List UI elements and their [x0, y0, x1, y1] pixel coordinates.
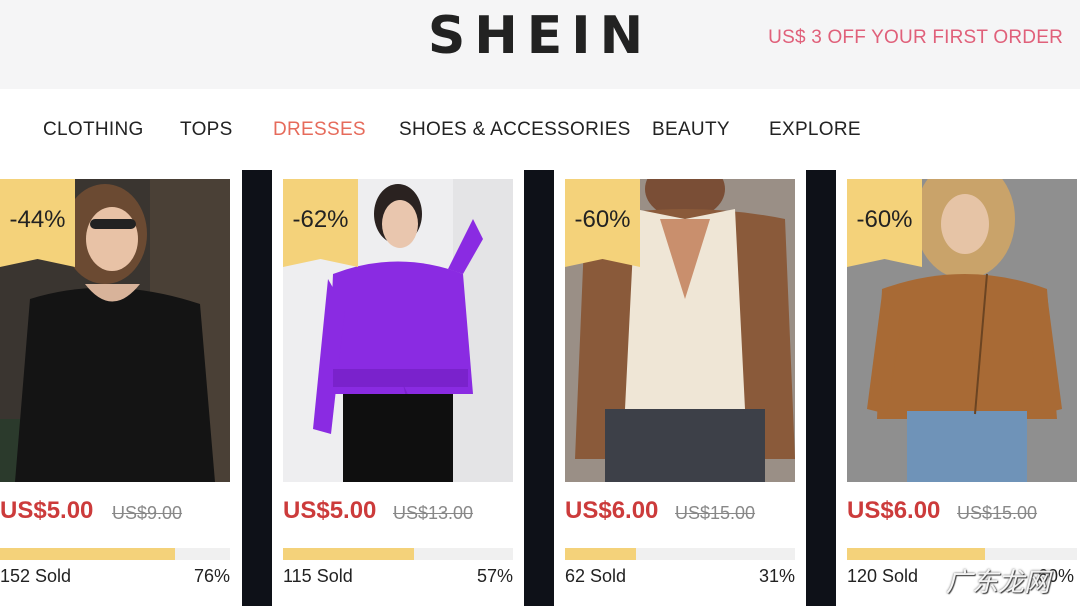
category-nav: CLOTHING TOPS DRESSES SHOES & ACCESSORIE… — [0, 89, 1080, 169]
sold-percent: 60% — [1037, 566, 1074, 586]
nav-item-dresses[interactable]: DRESSES — [273, 119, 366, 141]
sale-price: US$6.00 — [847, 497, 941, 524]
first-order-promo-link[interactable]: US$ 3 OFF YOUR FIRST ORDER — [768, 27, 1063, 49]
product-card[interactable]: -60% US$6.00 US$15.00 120 Sold 60% — [836, 170, 1080, 606]
sold-progress-fill — [0, 548, 175, 560]
original-price: US$13.00 — [393, 503, 474, 523]
sold-percent: 57% — [476, 566, 513, 586]
nav-item-explore[interactable]: EXPLORE — [769, 119, 861, 141]
sale-price: US$6.00 — [565, 497, 659, 524]
nav-item-beauty[interactable]: BEAUTY — [652, 119, 730, 141]
sold-percent: 31% — [758, 566, 795, 586]
sold-progress-bar — [0, 548, 230, 560]
discount-badge: -60% — [847, 179, 922, 267]
discount-badge: -62% — [283, 179, 358, 267]
card-divider — [524, 170, 554, 606]
sold-progress-fill — [847, 548, 985, 560]
product-card[interactable]: -60% US$6.00 US$15.00 62 Sold 31% — [554, 170, 796, 606]
card-divider — [806, 170, 836, 606]
sold-count: 120 Sold — [847, 566, 919, 586]
sale-price: US$5.00 — [0, 497, 94, 524]
sold-progress-bar — [565, 548, 795, 560]
original-price: US$15.00 — [675, 503, 756, 523]
product-card[interactable]: -62% US$5.00 US$13.00 115 Sold 57% — [272, 170, 514, 606]
nav-item-shoes-accessories[interactable]: SHOES & ACCESSORIES — [399, 119, 631, 141]
sold-count: 62 Sold — [565, 566, 627, 586]
product-image-purple-top[interactable]: -62% — [283, 179, 513, 482]
sold-progress-fill — [283, 548, 415, 560]
original-price: US$9.00 — [112, 503, 183, 523]
nav-item-tops[interactable]: TOPS — [180, 119, 233, 141]
sale-price: US$5.00 — [283, 497, 377, 524]
product-image-black-blouse[interactable]: -44% — [0, 179, 230, 482]
discount-badge: -60% — [565, 179, 640, 267]
discount-badge: -44% — [0, 179, 75, 267]
nav-item-clothing[interactable]: CLOTHING — [43, 119, 144, 141]
site-header: SHEIN US$ 3 OFF YOUR FIRST ORDER — [0, 0, 1080, 89]
discount-text: -60% — [574, 206, 631, 233]
sold-progress-fill — [565, 548, 637, 560]
sold-count: 152 Sold — [0, 566, 72, 586]
discount-text: -62% — [292, 206, 349, 233]
discount-text: -60% — [856, 206, 913, 233]
discount-text: -44% — [9, 206, 66, 233]
product-card[interactable]: -44% US$5.00 US$9.00 152 Sold 76% — [0, 170, 242, 606]
sold-progress-bar — [283, 548, 513, 560]
original-price: US$15.00 — [957, 503, 1038, 523]
card-divider — [242, 170, 272, 606]
product-image-brown-jacket[interactable]: -60% — [847, 179, 1077, 482]
sold-count: 115 Sold — [283, 566, 353, 586]
sold-percent: 76% — [193, 566, 230, 586]
product-image-cream-brown-shirt[interactable]: -60% — [565, 179, 795, 482]
sold-progress-bar — [847, 548, 1077, 560]
